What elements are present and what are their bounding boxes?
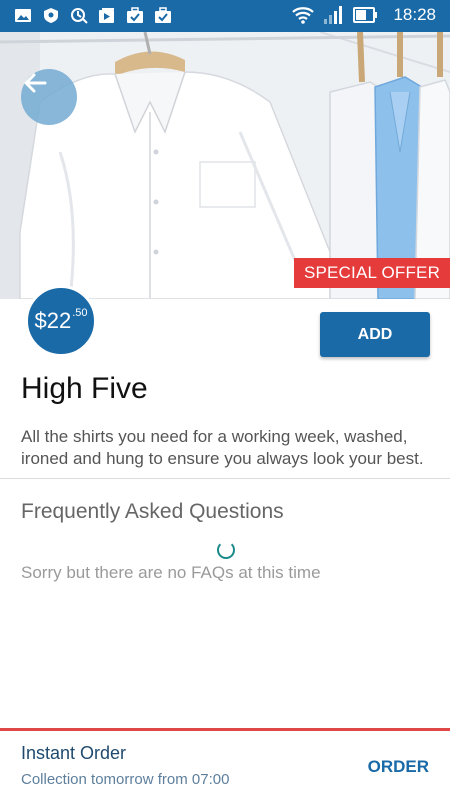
signal-icon	[324, 6, 343, 24]
faq-empty-message: Sorry but there are no FAQs at this time	[21, 563, 321, 582]
arrow-left-icon	[24, 73, 47, 93]
briefcase-check-icon	[155, 7, 171, 23]
price-cents: .50	[72, 307, 88, 319]
add-button[interactable]: ADD	[320, 312, 430, 357]
product-description: All the shirts you need for a working we…	[21, 427, 424, 468]
briefcase-check-icon	[127, 7, 143, 23]
sync-icon	[71, 8, 88, 24]
instant-order-subtitle: Collection tomorrow from 07:00	[21, 771, 230, 788]
status-bar: 18:28	[0, 0, 450, 32]
special-offer-badge: SPECIAL OFFER	[294, 258, 450, 288]
order-button[interactable]: ORDER	[368, 757, 429, 777]
loading-spinner-icon	[217, 541, 235, 559]
battery-icon	[353, 7, 378, 23]
status-bar-notifications	[14, 7, 172, 24]
product-title: High Five	[21, 372, 148, 405]
instant-order-bar: Instant Order Collection tomorrow from 0…	[0, 728, 450, 800]
media-icon	[99, 8, 114, 23]
faq-heading: Frequently Asked Questions	[21, 500, 284, 523]
status-time: 18:28	[393, 5, 436, 24]
instant-order-title: Instant Order	[21, 743, 127, 763]
price-badge: $22.50	[25, 285, 97, 357]
wifi-icon	[292, 7, 315, 24]
divider	[0, 478, 450, 479]
gallery-icon	[15, 9, 31, 22]
price-main: $22	[34, 308, 72, 333]
back-button[interactable]	[21, 69, 77, 125]
status-bar-system: 18:28	[291, 5, 436, 25]
shield-icon	[44, 8, 58, 23]
